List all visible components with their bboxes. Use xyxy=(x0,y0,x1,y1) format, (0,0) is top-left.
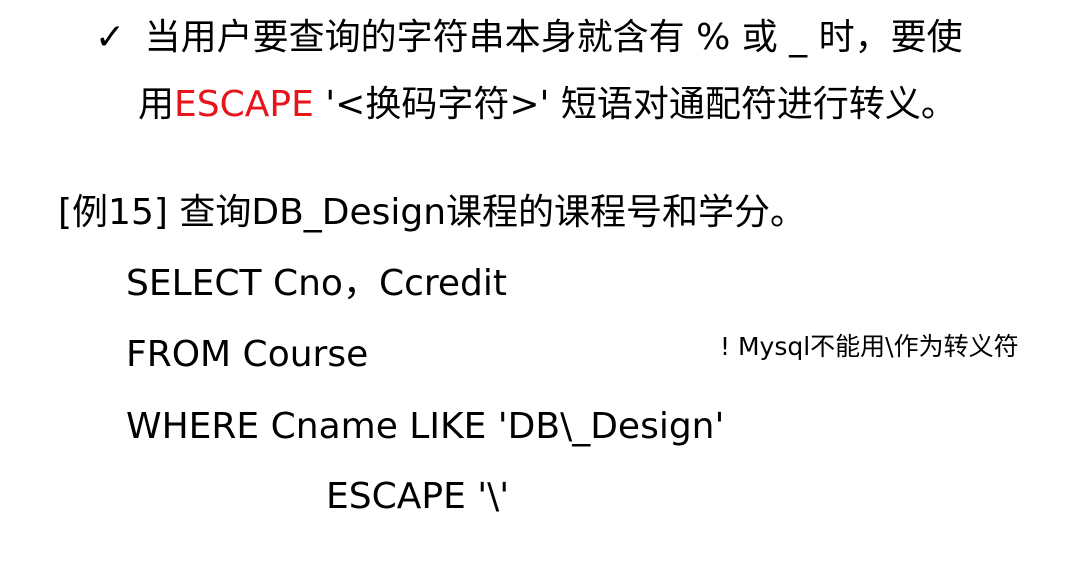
sql-from: FROM Course xyxy=(126,334,369,375)
example-title: [例15] 查询DB_Design课程的课程号和学分。 xyxy=(58,192,807,233)
sql-where: WHERE Cname LIKE 'DB\_Design' xyxy=(126,406,725,447)
sql-select: SELECT Cno，Ccredit xyxy=(126,263,508,304)
mysql-note: ! Mysql不能用\作为转义符 xyxy=(720,332,1019,361)
bullet-line-2: 用ESCAPE '<换码字符>' 短语对通配符进行转义。 xyxy=(138,83,957,127)
bullet-text: 当用户要查询的字符串本身就含有 % 或 _ 时，要使 xyxy=(144,17,963,58)
check-icon: ✓ xyxy=(95,17,126,58)
bullet-text-pre: 用 xyxy=(138,84,175,125)
bullet-text-post: '<换码字符>' 短语对通配符进行转义。 xyxy=(313,84,957,125)
bullet-line-1: ✓ 当用户要查询的字符串本身就含有 % 或 _ 时，要使 xyxy=(95,16,963,60)
escape-keyword: ESCAPE xyxy=(174,84,314,125)
sql-escape: ESCAPE '\' xyxy=(326,476,510,517)
